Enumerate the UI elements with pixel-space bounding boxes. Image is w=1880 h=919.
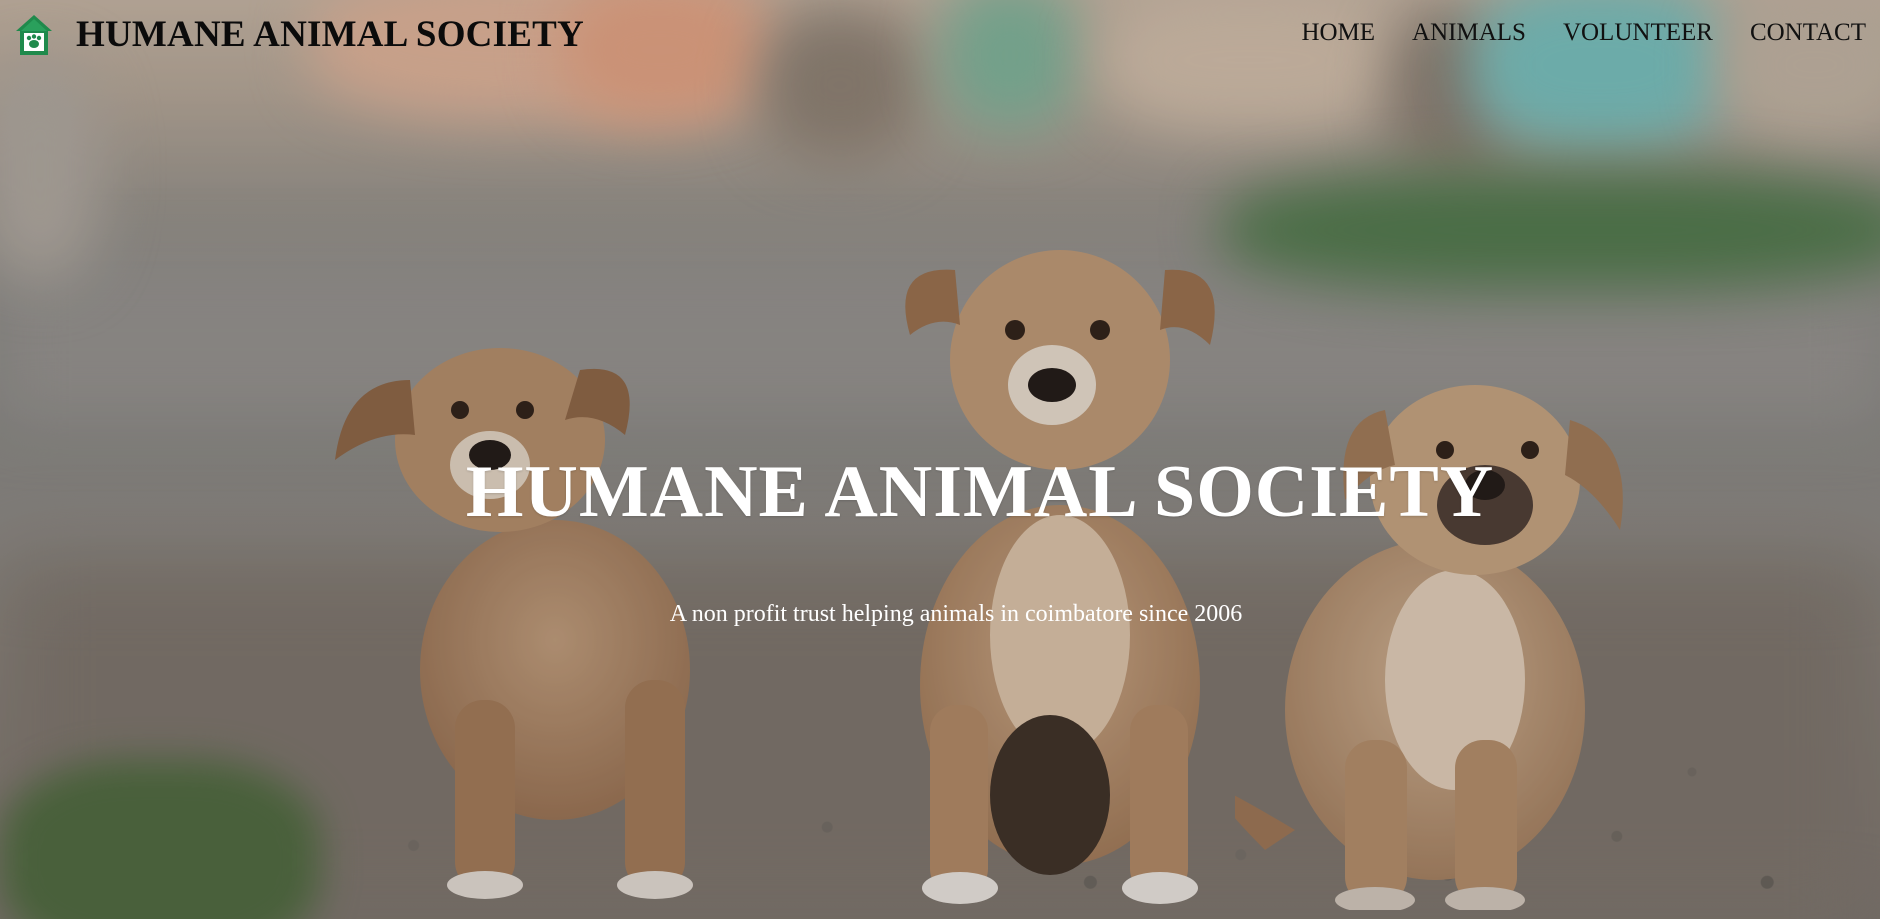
nav-home-link[interactable]: HOME <box>1301 17 1375 49</box>
nav-contact-link[interactable]: CONTACT <box>1750 17 1866 49</box>
brand-name[interactable]: HUMANE ANIMAL SOCIETY <box>76 13 584 57</box>
nav-volunteer-link[interactable]: VOLUNTEER <box>1563 17 1713 49</box>
hero-subtitle: A non profit trust helping animals in co… <box>669 601 1243 627</box>
house-paw-logo-icon[interactable] <box>14 13 54 57</box>
hero-title: HUMANE ANIMAL SOCIETY <box>465 451 1495 533</box>
site-header: HUMANE ANIMAL SOCIETY HOME ANIMALS VOLUN… <box>0 0 1880 66</box>
nav-animals-link[interactable]: ANIMALS <box>1412 17 1526 49</box>
page: HUMANE ANIMAL SOCIETY HOME ANIMALS VOLUN… <box>0 0 1880 919</box>
main-nav: HOME ANIMALS VOLUNTEER CONTACT <box>1301 17 1866 49</box>
brand[interactable]: HUMANE ANIMAL SOCIETY <box>14 13 584 57</box>
